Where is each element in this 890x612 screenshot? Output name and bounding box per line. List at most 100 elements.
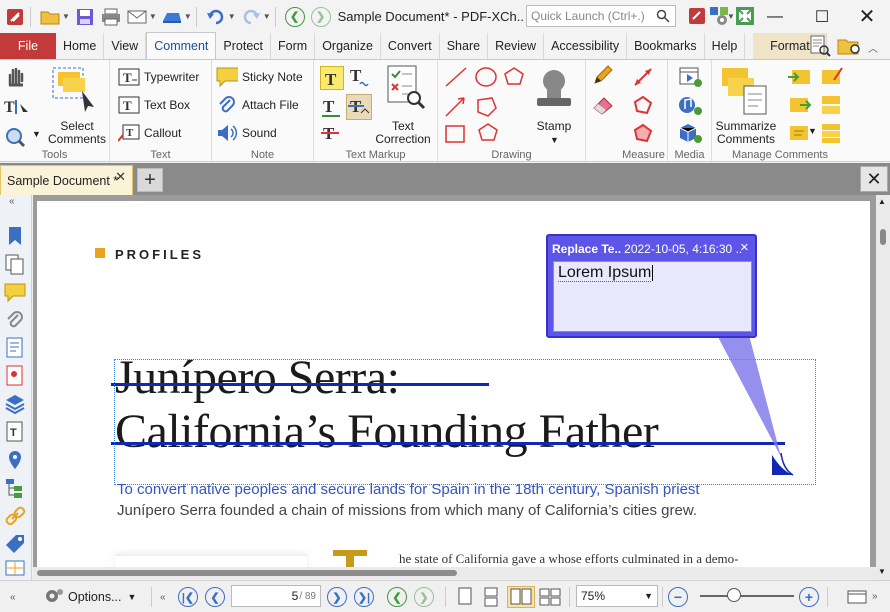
tab-view[interactable]: View: [104, 33, 147, 59]
text-correction-label[interactable]: Text Correction: [370, 120, 436, 146]
replace-text-icon[interactable]: T: [346, 94, 372, 120]
flatten-comments-icon[interactable]: [820, 122, 842, 144]
measure-area-icon[interactable]: [632, 122, 654, 144]
strikeout-text-icon[interactable]: T: [320, 122, 342, 144]
chevron-down-icon[interactable]: ▼: [184, 12, 192, 21]
new-tab-button[interactable]: +: [137, 168, 163, 192]
app-logo-icon[interactable]: [4, 6, 26, 28]
select-text-icon[interactable]: T: [4, 96, 28, 118]
quick-launch-input[interactable]: Quick Launch (Ctrl+.): [526, 5, 676, 27]
measure-distance-icon[interactable]: [632, 66, 654, 88]
next-page-button[interactable]: ❯: [326, 586, 348, 608]
sound-button[interactable]: Sound: [216, 122, 277, 144]
forward-view-button[interactable]: ❯: [413, 586, 435, 608]
continuous-view-button[interactable]: [480, 586, 502, 608]
tab-share[interactable]: Share: [440, 33, 489, 59]
vertical-scroll-thumb[interactable]: [880, 229, 886, 245]
zoom-out-button[interactable]: −: [667, 586, 689, 608]
stamp-icon[interactable]: [534, 68, 574, 115]
horizontal-scroll-thumb[interactable]: [37, 570, 457, 576]
maximize-button[interactable]: ☐: [799, 0, 845, 33]
document-tab[interactable]: Sample Document * ✕: [0, 165, 133, 195]
select-comments-label[interactable]: Select Comments: [40, 120, 114, 146]
grid-icon[interactable]: [4, 559, 26, 581]
links-icon[interactable]: [4, 505, 26, 527]
tab-form[interactable]: Form: [271, 33, 316, 59]
fullscreen-toggle-button[interactable]: [846, 586, 868, 608]
chevron-down-icon[interactable]: ▼: [149, 12, 157, 21]
callout-button[interactable]: T Callout: [118, 122, 181, 144]
document-page[interactable]: PROFILES Junípero Serra: California’s Fo…: [37, 201, 870, 567]
print-icon[interactable]: [100, 6, 122, 28]
collapse-status-icon[interactable]: «: [10, 592, 16, 603]
document-view[interactable]: PROFILES Junípero Serra: California’s Fo…: [33, 195, 876, 567]
select-comments-icon[interactable]: [52, 67, 98, 116]
back-icon[interactable]: ❮: [284, 6, 306, 28]
content-icon[interactable]: T: [4, 421, 26, 443]
tab-convert[interactable]: Convert: [381, 33, 440, 59]
chevron-down-icon[interactable]: ▼: [808, 126, 817, 136]
squiggly-text-icon[interactable]: T: [348, 66, 370, 88]
tab-help[interactable]: Help: [705, 33, 746, 59]
summarize-comments-label[interactable]: Summarize Comments: [710, 120, 782, 146]
bookmarks-icon[interactable]: [4, 225, 26, 247]
collapse-sidebar-icon[interactable]: «: [9, 196, 15, 207]
chevron-down-icon[interactable]: ▼: [263, 12, 271, 21]
options-button[interactable]: Options... ▼: [44, 586, 140, 608]
pencil-icon[interactable]: [592, 64, 614, 86]
document-properties-icon[interactable]: [4, 337, 26, 359]
attach-file-button[interactable]: Attach File: [216, 94, 299, 116]
text-correction-icon[interactable]: [386, 64, 426, 119]
scan-icon[interactable]: [161, 6, 183, 28]
typewriter-button[interactable]: T Typewriter: [118, 66, 199, 88]
close-document-button[interactable]: ✕: [860, 166, 888, 192]
pages-icon[interactable]: [4, 253, 26, 275]
highlight-text-icon[interactable]: T: [320, 66, 344, 90]
popup-note[interactable]: Replace Te.. 2022-10-05, 4:16:30 .. ✕ Lo…: [546, 234, 757, 338]
chevron-down-icon[interactable]: ▼: [550, 135, 559, 145]
popup-header[interactable]: Replace Te.. 2022-10-05, 4:16:30 .. ✕: [552, 240, 751, 258]
attachments-icon[interactable]: [4, 309, 26, 331]
back-view-button[interactable]: ❮: [386, 586, 408, 608]
eraser-icon[interactable]: [592, 94, 614, 116]
3d-object-icon[interactable]: [678, 122, 702, 144]
comments-panel-icon[interactable]: [4, 281, 26, 303]
zoom-in-button[interactable]: +: [798, 586, 820, 608]
close-window-button[interactable]: ✕: [844, 0, 890, 33]
comment-styles-icon[interactable]: [820, 66, 843, 88]
chevron-down-icon[interactable]: ▼: [228, 12, 236, 21]
destinations-icon[interactable]: [4, 449, 26, 471]
vertical-scrollbar[interactable]: ▲ ▼: [876, 195, 890, 580]
tab-accessibility[interactable]: Accessibility: [544, 33, 628, 59]
comments-list-icon[interactable]: [820, 94, 842, 116]
undo-icon[interactable]: [205, 6, 227, 28]
redo-icon[interactable]: [240, 6, 262, 28]
scroll-up-icon[interactable]: ▲: [878, 197, 886, 206]
import-comments-icon[interactable]: [788, 66, 810, 88]
email-icon[interactable]: [126, 6, 148, 28]
underline-text-icon[interactable]: T: [320, 96, 342, 118]
chevron-down-icon[interactable]: ▼: [62, 12, 70, 21]
summarize-comments-icon[interactable]: [720, 64, 772, 121]
open-folder-icon[interactable]: [39, 6, 61, 28]
minimize-button[interactable]: —: [752, 0, 798, 33]
tab-file[interactable]: File: [0, 33, 56, 59]
horizontal-scrollbar[interactable]: [33, 567, 876, 579]
facing-view-button[interactable]: [507, 586, 535, 608]
page-number-input[interactable]: 5 / 89: [231, 585, 321, 607]
video-icon[interactable]: [678, 66, 702, 88]
search-folder-icon[interactable]: [837, 35, 863, 57]
tab-review[interactable]: Review: [488, 33, 545, 59]
collapse-ribbon-icon[interactable]: ︿: [868, 40, 878, 55]
ribbon-settings-icon[interactable]: [686, 5, 708, 27]
single-page-view-button[interactable]: [454, 586, 476, 608]
stamp-label[interactable]: Stamp: [528, 120, 580, 133]
sticky-note-button[interactable]: Sticky Note: [216, 66, 303, 88]
measure-perimeter-icon[interactable]: [632, 94, 654, 116]
tab-bookmarks[interactable]: Bookmarks: [627, 33, 705, 59]
previous-page-button[interactable]: ❮: [204, 586, 226, 608]
tab-home[interactable]: Home: [56, 33, 105, 59]
hand-tool-icon[interactable]: [4, 65, 26, 87]
structure-icon[interactable]: [4, 477, 26, 499]
expand-icon[interactable]: »: [872, 591, 878, 602]
